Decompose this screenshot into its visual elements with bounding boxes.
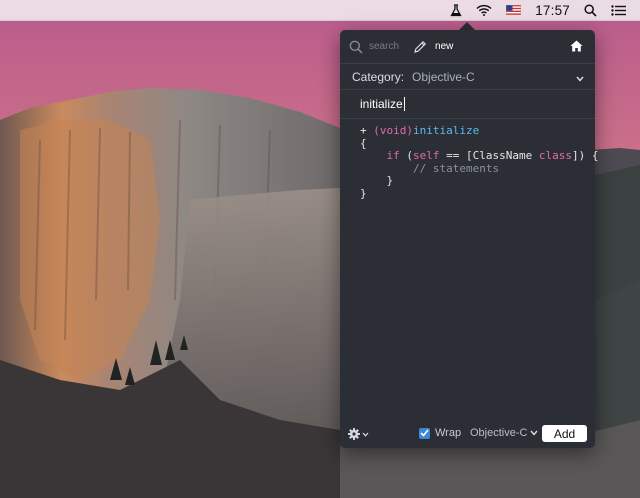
home-icon — [570, 40, 583, 52]
category-value: Objective-C — [412, 69, 475, 84]
search-label: search — [369, 41, 400, 52]
snippet-title-field[interactable]: initialize — [340, 90, 595, 119]
code-editor[interactable]: + (void)initialize{ if (self == [ClassNa… — [360, 124, 598, 200]
flag-icon[interactable] — [506, 0, 522, 20]
code-line-6: } — [360, 186, 367, 200]
pencil-icon — [414, 40, 427, 53]
new-snippet-button[interactable]: new — [413, 40, 453, 54]
snippet-popover: search new Category: Objective-C initial… — [340, 30, 598, 448]
popover-bottom-bar: Wrap Objective-C Add — [340, 420, 595, 448]
code-line-4: // statements — [412, 161, 500, 175]
home-button[interactable] — [570, 39, 583, 57]
settings-menu-button[interactable] — [348, 428, 369, 440]
spotlight-search-icon[interactable] — [584, 0, 597, 20]
wrap-checkbox[interactable]: Wrap — [419, 427, 461, 439]
code-line-5: } — [360, 174, 394, 187]
category-label: Category: — [352, 69, 405, 84]
menu-bar: 17:57 — [0, 0, 640, 21]
menu-clock[interactable]: 17:57 — [535, 0, 570, 20]
checkbox-checked-icon[interactable] — [419, 427, 430, 439]
search-button[interactable]: search — [349, 40, 399, 54]
notification-center-icon[interactable] — [611, 0, 626, 20]
chevron-down-icon — [362, 432, 369, 437]
code-line-1: + (void)initialize — [360, 124, 480, 137]
add-button[interactable]: Add — [542, 425, 587, 442]
chevron-down-icon — [530, 430, 539, 436]
language-select[interactable]: Objective-C — [470, 427, 539, 439]
chevron-down-icon[interactable] — [576, 71, 584, 85]
gear-icon — [348, 428, 360, 440]
wifi-icon[interactable] — [476, 0, 492, 20]
wrap-label: Wrap — [435, 427, 462, 439]
flask-icon[interactable] — [450, 0, 462, 20]
popover-toolbar: search new — [340, 30, 595, 63]
category-selector[interactable]: Category: Objective-C — [340, 63, 595, 90]
search-icon — [349, 40, 363, 54]
new-label: new — [435, 41, 454, 52]
snippet-title-input[interactable]: initialize — [360, 97, 405, 111]
language-value: Objective-C — [470, 427, 528, 439]
